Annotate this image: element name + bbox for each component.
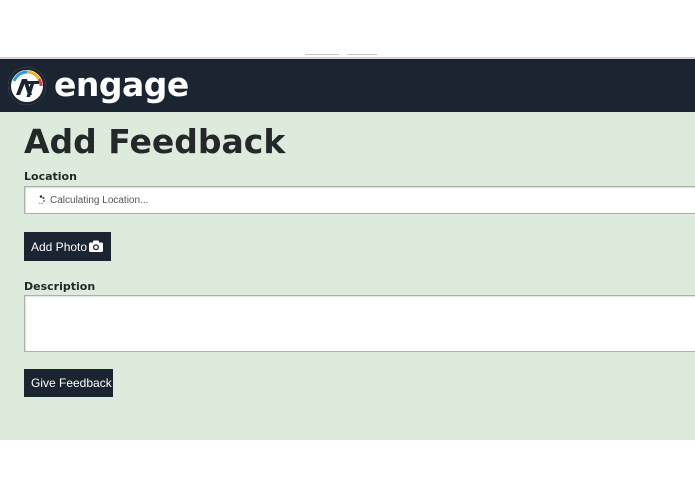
description-label: Description bbox=[24, 280, 96, 293]
camera-icon bbox=[89, 240, 103, 252]
loading-spinner-icon bbox=[38, 195, 45, 205]
location-label: Location bbox=[24, 170, 77, 183]
at-logo[interactable] bbox=[8, 67, 46, 105]
top-divider-left bbox=[305, 54, 339, 55]
description-textarea[interactable] bbox=[24, 295, 695, 352]
app-header: engage bbox=[0, 57, 695, 112]
give-feedback-button[interactable]: Give Feedback bbox=[24, 369, 113, 397]
location-field[interactable]: Calculating Location... bbox=[24, 186, 695, 214]
brand-name: engage bbox=[54, 65, 189, 104]
top-divider-right bbox=[347, 54, 377, 55]
give-feedback-label: Give Feedback bbox=[31, 376, 112, 390]
add-photo-button[interactable]: Add Photo bbox=[24, 232, 111, 261]
feedback-form: Add Feedback Location Calculating Locati… bbox=[0, 112, 695, 440]
location-status: Calculating Location... bbox=[50, 195, 149, 206]
browser-top-space bbox=[0, 0, 695, 56]
add-photo-label: Add Photo bbox=[31, 240, 88, 254]
page-title: Add Feedback bbox=[24, 122, 286, 161]
at-logo-icon bbox=[9, 68, 45, 104]
